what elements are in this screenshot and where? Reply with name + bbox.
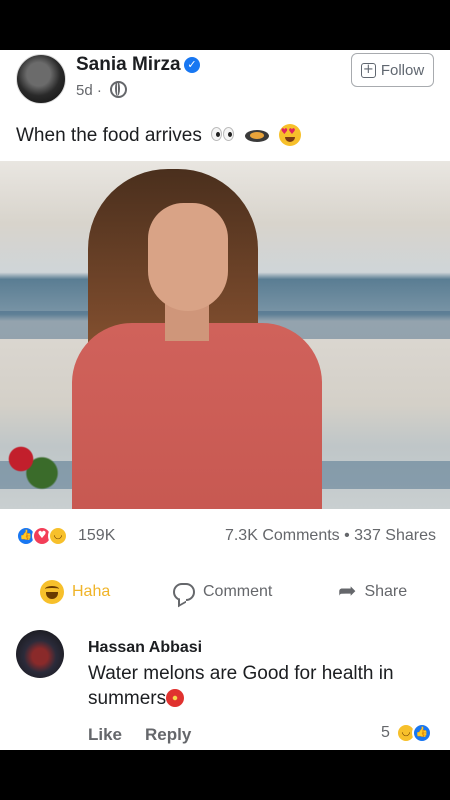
- person-face: [148, 203, 228, 311]
- bottom-black-bar: [0, 750, 450, 800]
- author-avatar[interactable]: [16, 54, 66, 104]
- post-caption: When the food arrives: [16, 124, 301, 147]
- follow-label: Follow: [380, 61, 425, 79]
- hibiscus-emoji-icon: [166, 689, 185, 707]
- follow-icon: +: [360, 62, 376, 78]
- globe-icon: [110, 81, 128, 98]
- verified-badge-icon: ✓: [184, 57, 200, 73]
- comment-bubble-icon: [173, 583, 195, 601]
- comment-reaction-icons[interactable]: ◡ 👍: [396, 723, 440, 743]
- author-name[interactable]: Sania Mirza: [76, 54, 181, 76]
- heart-eyes-emoji-icon: [278, 124, 301, 146]
- commenter-name[interactable]: Hassan Abbasi: [88, 639, 202, 657]
- commenter-avatar[interactable]: [16, 630, 64, 678]
- reaction-count[interactable]: 159K: [78, 527, 115, 545]
- comment-reply-button[interactable]: Reply: [145, 725, 191, 745]
- comment-button[interactable]: Comment: [173, 572, 272, 612]
- status-bar-area: [0, 0, 450, 50]
- post-card: Sania Mirza ✓ 5d · + Follow When the foo…: [0, 50, 450, 750]
- caption-text: When the food arrives: [16, 125, 202, 146]
- post-time[interactable]: 5d: [76, 82, 93, 99]
- comment-label: Comment: [203, 583, 273, 600]
- haha-icon: [40, 580, 64, 604]
- share-button[interactable]: ➦ Share: [338, 572, 407, 612]
- comments-shares-count[interactable]: 7.3K Comments • 337 Shares: [225, 527, 436, 545]
- share-arrow-icon: ➦: [338, 579, 357, 604]
- comment-like-button[interactable]: Like: [88, 725, 122, 745]
- haha-reaction-icon: ◡: [48, 526, 68, 546]
- share-label: Share: [364, 583, 408, 600]
- pan-food-emoji-icon: [245, 130, 270, 142]
- reaction-summary: 👍 ♥ ◡ 159K 7.3K Comments • 337 Shares: [16, 526, 436, 550]
- post-photo[interactable]: [0, 161, 450, 509]
- follow-button[interactable]: + Follow: [351, 53, 434, 87]
- person-dress: [72, 323, 322, 509]
- haha-button[interactable]: Haha: [40, 572, 110, 612]
- meta-separator: ·: [96, 82, 102, 99]
- like-reaction-icon: 👍: [412, 723, 432, 743]
- comment-body: Water melons are Good for health in summ…: [88, 661, 428, 711]
- comment-reaction-count[interactable]: 5: [381, 724, 390, 742]
- eyes-emoji-icon: [211, 127, 235, 141]
- haha-label: Haha: [72, 583, 111, 600]
- post-meta: 5d ·: [76, 81, 128, 99]
- comment-text: Water melons are Good for health in summ…: [88, 663, 394, 709]
- post-actions: Haha Comment ➦ Share: [0, 572, 450, 612]
- background-flowers: [0, 431, 70, 501]
